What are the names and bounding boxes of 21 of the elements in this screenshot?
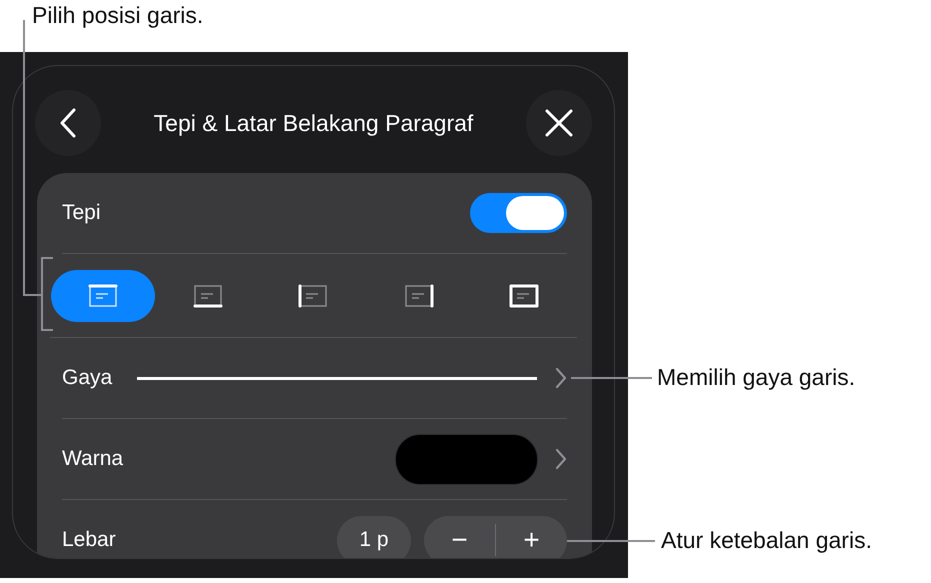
chevron-icon[interactable] [555, 367, 567, 389]
callout-text: Atur ketebalan garis. [661, 527, 872, 554]
chevron-icon[interactable] [555, 448, 567, 470]
color-swatch[interactable] [395, 434, 538, 484]
row-label: Lebar [62, 528, 116, 552]
sheet-title: Tepi & Latar Belakang Paragraf [154, 110, 474, 136]
callout-text: Memilih gaya garis. [657, 364, 856, 391]
row-label: Gaya [62, 366, 112, 390]
border-box-icon [507, 282, 542, 308]
width-value[interactable]: 1 p [337, 516, 411, 558]
callout-text: Pilih posisi garis. [32, 2, 204, 29]
toggle-switch[interactable] [470, 193, 567, 233]
increment-button[interactable]: + [496, 516, 567, 558]
row-label: Warna [62, 447, 124, 471]
border-top-icon [86, 282, 120, 308]
border-bottom-icon [191, 282, 226, 308]
back-icon [59, 108, 77, 138]
row-label: Tepi [62, 201, 101, 225]
border-position-button[interactable] [50, 270, 155, 322]
close-icon [545, 109, 573, 137]
decrement-button[interactable]: − [424, 516, 495, 558]
